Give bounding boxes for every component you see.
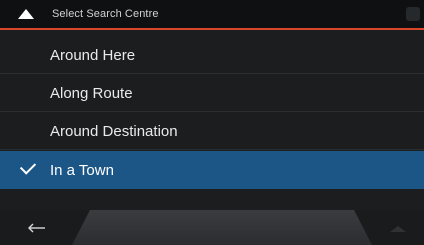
checkmark-icon xyxy=(19,158,37,175)
up-chevron-icon[interactable] xyxy=(18,9,34,19)
menu-handle-icon[interactable] xyxy=(390,226,406,232)
option-label: In a Town xyxy=(50,162,114,179)
option-label: Around Here xyxy=(50,47,136,64)
option-along-route[interactable]: Along Route xyxy=(0,74,424,112)
option-in-a-town[interactable]: In a Town xyxy=(0,151,424,189)
back-arrow-icon[interactable] xyxy=(28,223,46,233)
status-indicator-icon xyxy=(406,7,420,21)
page-title: Select Search Centre xyxy=(52,8,159,20)
option-label: Along Route xyxy=(50,85,133,102)
search-centre-screen: Select Search Centre Around Here Along R… xyxy=(0,0,424,245)
bottom-tab-panel xyxy=(72,210,372,245)
option-around-destination[interactable]: Around Destination xyxy=(0,112,424,150)
option-label: Around Destination xyxy=(50,123,178,140)
option-around-here[interactable]: Around Here xyxy=(0,36,424,74)
header-bar: Select Search Centre xyxy=(0,0,424,30)
